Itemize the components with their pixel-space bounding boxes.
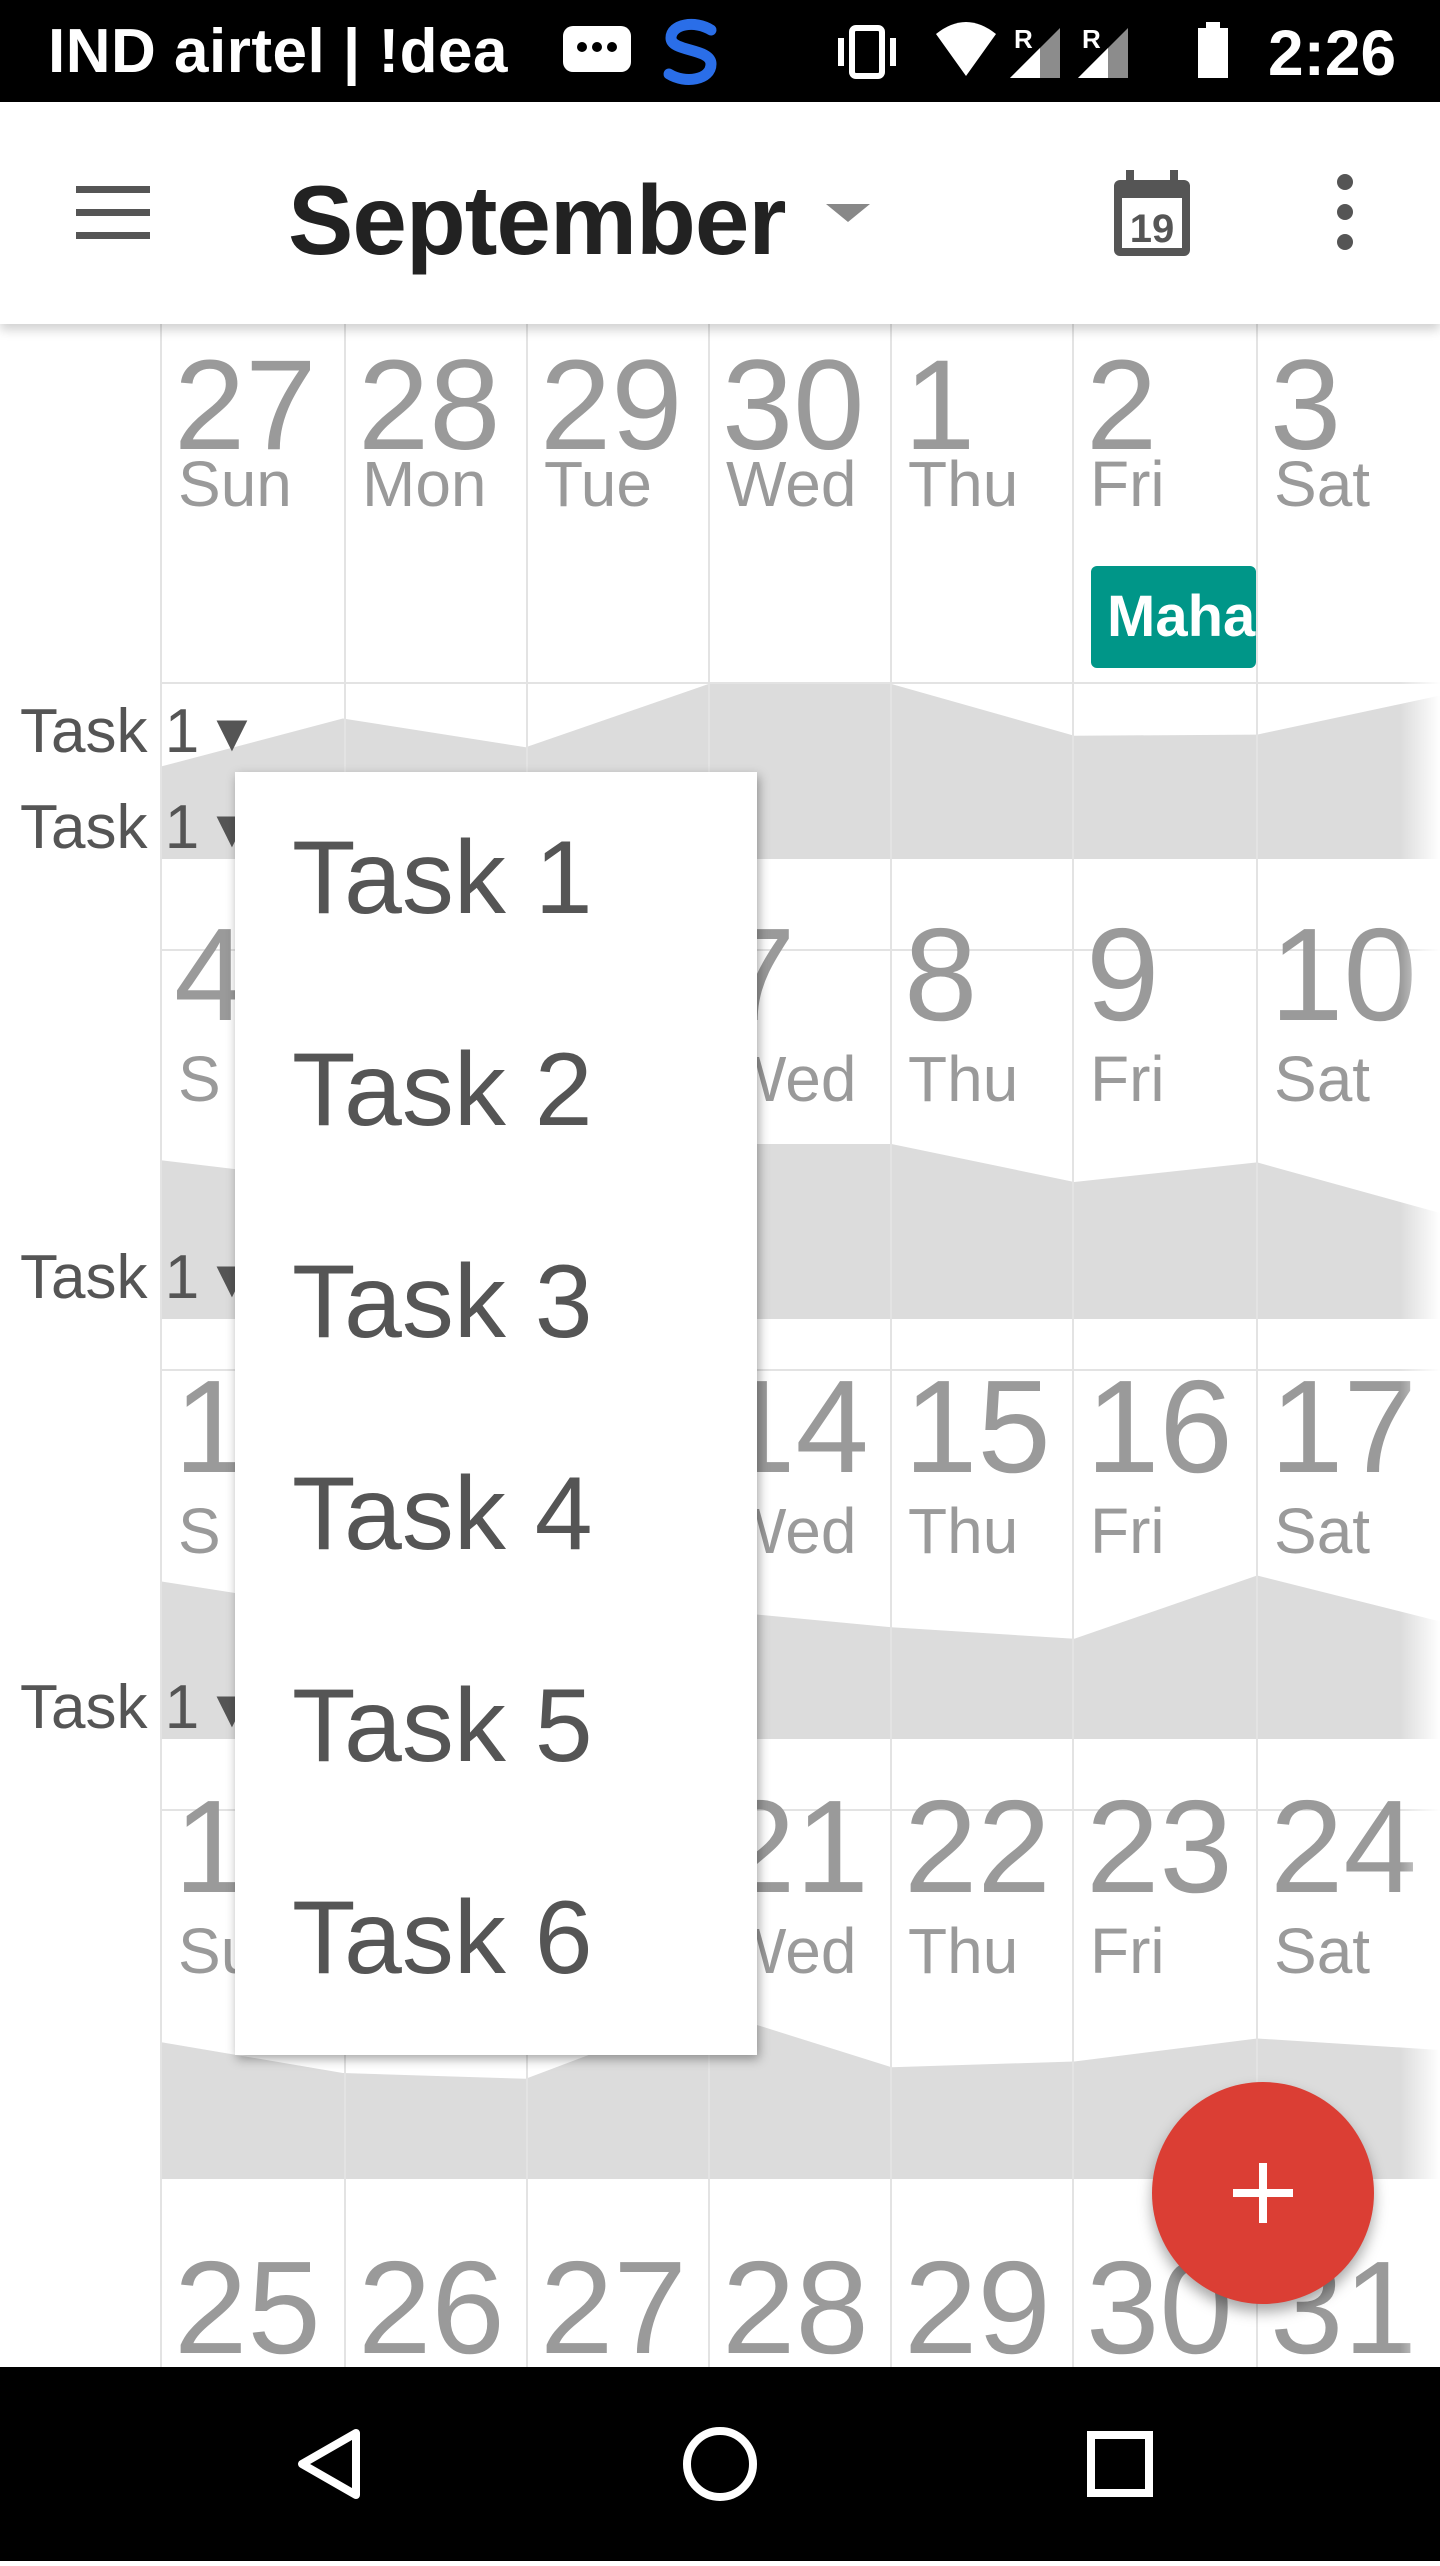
day-name: Sat: [1274, 1915, 1371, 1987]
day-name: Fri: [1090, 448, 1165, 520]
day-number[interactable]: 26: [358, 2242, 505, 2368]
day-number[interactable]: 9: [1086, 909, 1159, 1041]
dropdown-item-task-6[interactable]: Task 6: [235, 1832, 757, 2044]
day-name: Tue: [544, 448, 652, 520]
month-title[interactable]: September: [288, 164, 787, 277]
dropdown-caret-icon[interactable]: [826, 204, 870, 222]
edge-fade: [1400, 324, 1440, 2367]
wifi-icon: [936, 22, 996, 76]
status-bar: IND airtel | !dea R R 2:26: [0, 0, 1440, 102]
day-name: Thu: [908, 1915, 1019, 1987]
status-icons: R R: [838, 22, 1228, 79]
day-number[interactable]: 8: [904, 909, 977, 1041]
day-number[interactable]: 29: [904, 2242, 1051, 2368]
column-divider: [890, 1761, 892, 2232]
column-divider: [890, 889, 892, 1341]
day-name: Sat: [1274, 1495, 1371, 1567]
recents-icon[interactable]: [1040, 2367, 1200, 2561]
day-number[interactable]: 22: [904, 1781, 1051, 1913]
event-chip[interactable]: Maha: [1091, 566, 1256, 668]
svg-text:19: 19: [1130, 207, 1175, 251]
dropdown-item-task-2[interactable]: Task 2: [235, 984, 757, 1196]
column-divider: [1072, 2232, 1074, 2367]
column-divider: [526, 2232, 528, 2367]
day-name: Sat: [1274, 448, 1371, 520]
day-number[interactable]: 16: [1086, 1361, 1233, 1493]
navigation-bar: [0, 2367, 1440, 2561]
clock: 2:26: [1268, 17, 1397, 89]
back-icon[interactable]: [242, 2367, 402, 2561]
column-divider: [1256, 889, 1258, 1341]
task-selector[interactable]: Task 1 ▾: [20, 1670, 248, 1743]
day-name: Fri: [1090, 1915, 1165, 1987]
column-divider: [1072, 1761, 1074, 2232]
day-number[interactable]: 24: [1270, 1781, 1417, 1913]
dropdown-item-task-5[interactable]: Task 5: [235, 1620, 757, 1832]
task-dropdown-menu: Task 1 Task 2 Task 3 Task 4 Task 5 Task 6: [235, 772, 757, 2055]
signal-icon: R: [1078, 24, 1128, 78]
menu-icon[interactable]: [76, 186, 150, 240]
vibrate-icon: [838, 25, 896, 79]
battery-icon: [1198, 22, 1228, 78]
message-notification-icon: [563, 26, 631, 72]
column-divider: [1256, 1341, 1258, 1761]
task-selector[interactable]: Task 1 ▾: [20, 790, 248, 863]
add-event-button[interactable]: [1152, 2082, 1374, 2304]
day-name: Sun: [178, 448, 292, 520]
svg-text:R: R: [1082, 24, 1101, 54]
signal-icon: R: [1010, 24, 1060, 78]
day-number[interactable]: 10: [1270, 909, 1417, 1041]
task-selector[interactable]: Task 1 ▾: [20, 1240, 248, 1313]
day-number[interactable]: 25: [174, 2242, 321, 2368]
day-number[interactable]: 15: [904, 1361, 1051, 1493]
app-notification-icon: [655, 18, 727, 88]
task-selector[interactable]: Task 1 ▾: [20, 694, 248, 767]
day-name: Thu: [908, 448, 1019, 520]
column-divider: [890, 324, 892, 889]
column-divider: [1072, 889, 1074, 1341]
more-vert-icon[interactable]: [1330, 174, 1360, 250]
column-divider: [1256, 324, 1258, 889]
column-divider: [890, 2232, 892, 2367]
column-divider: [890, 1341, 892, 1761]
column-divider: [1072, 324, 1074, 889]
day-number[interactable]: 27: [540, 2242, 687, 2368]
dropdown-item-task-1[interactable]: Task 1: [235, 772, 757, 984]
day-name: Fri: [1090, 1495, 1165, 1567]
day-name: S: [178, 1495, 221, 1567]
column-divider: [160, 1761, 162, 2232]
dropdown-item-task-4[interactable]: Task 4: [235, 1408, 757, 1620]
app-bar: September 19: [0, 102, 1440, 324]
column-divider: [1072, 1341, 1074, 1761]
column-divider: [160, 2232, 162, 2367]
column-divider: [344, 2232, 346, 2367]
day-name: Sat: [1274, 1043, 1371, 1115]
column-divider: [708, 2232, 710, 2367]
dropdown-item-task-3[interactable]: Task 3: [235, 1196, 757, 1408]
carrier-label: IND airtel | !dea: [48, 17, 508, 86]
home-icon[interactable]: [640, 2367, 800, 2561]
day-name: Fri: [1090, 1043, 1165, 1115]
row-divider: [160, 682, 1440, 684]
day-name: Thu: [908, 1495, 1019, 1567]
day-number[interactable]: 17: [1270, 1361, 1417, 1493]
day-number[interactable]: 28: [722, 2242, 869, 2368]
calendar-today-icon[interactable]: 19: [1110, 168, 1194, 260]
svg-text:R: R: [1014, 24, 1033, 54]
day-name: Mon: [362, 448, 487, 520]
day-name: Thu: [908, 1043, 1019, 1115]
day-number[interactable]: 23: [1086, 1781, 1233, 1913]
day-name: S: [178, 1043, 221, 1115]
day-name: Wed: [726, 448, 857, 520]
